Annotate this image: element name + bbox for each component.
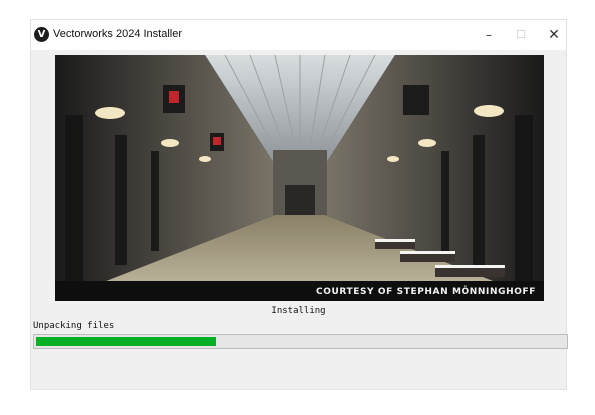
image-credit: COURTESY OF STEPHAN MÖNNINGHOFF [316,287,536,297]
banner-image: COURTESY OF STEPHAN MÖNNINGHOFF [55,55,544,301]
maximize-button: ☐ [516,28,526,41]
arcade-rendering-image [55,55,544,301]
installer-window: V Vectorworks 2024 Installer – ☐ ✕ COURT… [30,19,568,390]
status-label: Installing [271,306,326,316]
title-bar[interactable]: V Vectorworks 2024 Installer – ☐ ✕ [31,20,566,50]
close-button[interactable]: ✕ [536,20,572,50]
progress-bar [33,334,568,349]
minimize-button[interactable]: – [471,20,507,50]
vectorworks-logo-icon: V [34,27,49,42]
progress-bar-fill [36,337,216,346]
window-title: Vectorworks 2024 Installer [53,28,183,40]
detail-label: Unpacking files [33,321,115,331]
